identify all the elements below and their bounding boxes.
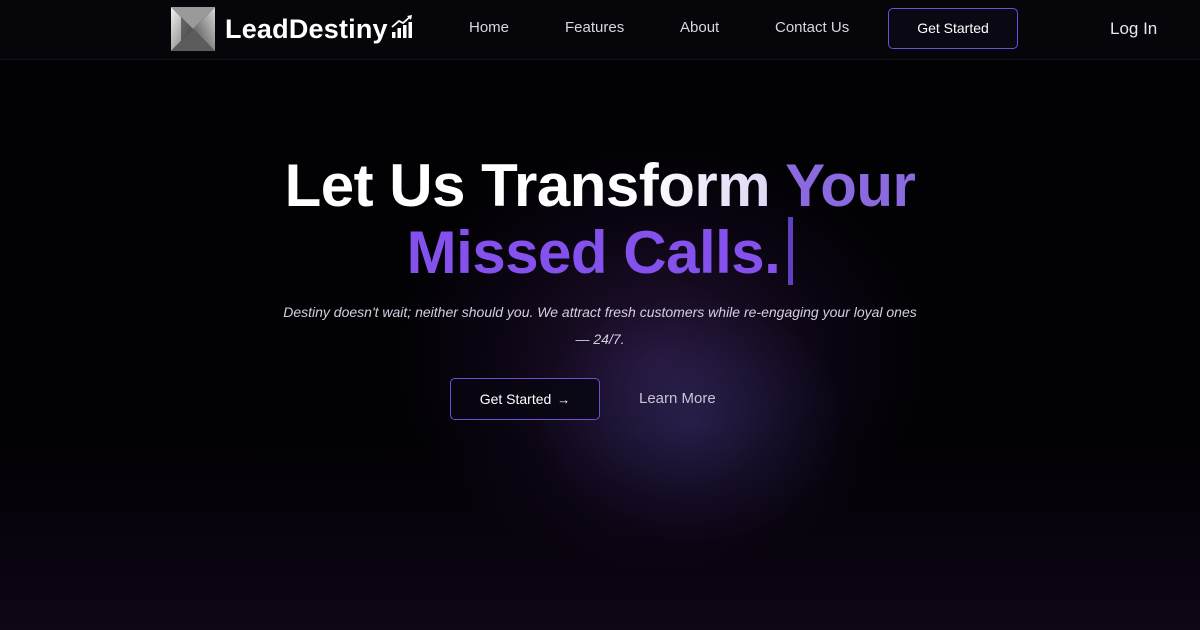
growth-chart-icon [391,15,412,38]
logo-text: LeadDestiny [225,13,388,44]
logo[interactable]: LeadDestiny [171,6,413,52]
learn-more-link[interactable]: Learn More [639,389,716,409]
landing-page: LeadDestiny Home Features About Contact … [0,0,1200,630]
hero-title-part-2: form [638,152,786,219]
nav-features-link[interactable]: Features [565,18,624,38]
nav-home-link[interactable]: Home [469,18,509,38]
background-fade [0,440,1200,630]
hero-title-part-1: Let Us Trans [284,152,640,219]
nav-about-link[interactable]: About [680,18,719,38]
hero-title-part-3: Your [785,152,916,219]
hero-title-line-1: Let Us Transform Your [0,155,1200,217]
nav-contact-link[interactable]: Contact Us [775,18,849,38]
hero-subtitle: Destiny doesn't wait; neither should you… [283,304,917,347]
header-get-started-button[interactable]: Get Started [888,8,1018,49]
hero-title-line-2: Missed Calls. [0,217,1200,285]
logo-mark-icon [171,7,215,51]
typing-cursor [788,217,794,285]
arrow-right-icon: → [557,392,571,407]
login-link[interactable]: Log In [1110,18,1157,40]
hero-get-started-button[interactable]: Get Started → [450,378,600,420]
hero-title-highlight: Missed Calls. [406,219,781,286]
hero-title: Let Us Transform Your Missed Calls. [0,155,1200,285]
top-navigation: LeadDestiny Home Features About Contact … [0,0,1200,60]
hero-get-started-label: Get Started [479,391,552,407]
